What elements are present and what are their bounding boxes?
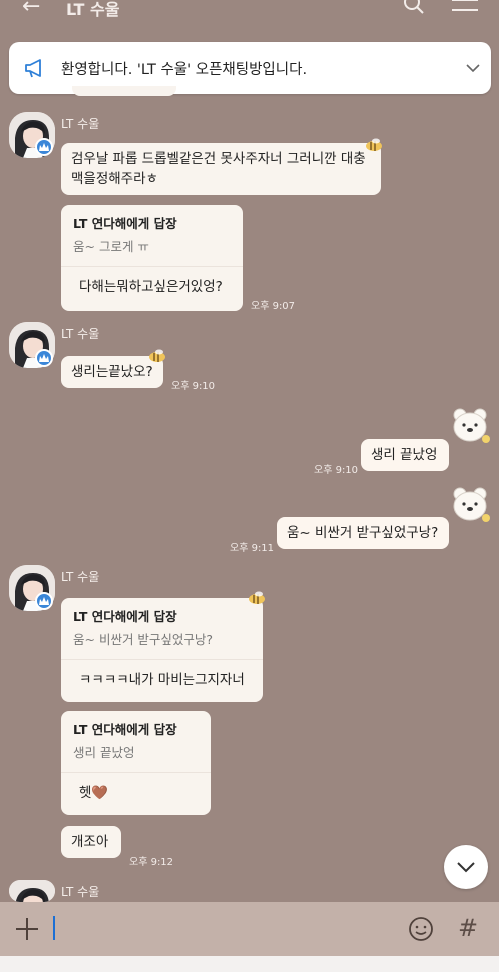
message-text: 개조아	[71, 834, 109, 850]
my-message-bubble[interactable]: 생리 끝났엉	[361, 439, 449, 471]
notice-text: 환영합니다. 'LT 수울' 오픈채팅방입니다.	[61, 62, 308, 78]
owner-crown-badge	[35, 349, 53, 367]
owner-crown-badge	[35, 592, 53, 610]
crown-icon	[39, 597, 49, 605]
bear-sticker-icon	[453, 487, 490, 522]
bee-sticker-icon	[366, 138, 382, 151]
partial-message-bubble	[72, 86, 176, 96]
hamburger-menu-icon[interactable]	[452, 0, 478, 16]
message-text: 생리 끝났엉	[371, 447, 438, 463]
megaphone-icon	[25, 59, 41, 78]
sender-name: LT 수울	[61, 570, 100, 584]
bee-sticker-icon	[249, 591, 265, 604]
message-bubble[interactable]: 개조아	[61, 826, 121, 858]
message-text: 헷🤎	[79, 785, 109, 801]
my-message-bubble[interactable]: 움~ 비싼거 받구싶었구낭?	[277, 517, 449, 549]
crown-icon	[39, 354, 49, 362]
hashtag-button[interactable]: #	[458, 914, 478, 942]
avatar[interactable]	[9, 880, 55, 902]
reply-message-bubble[interactable]: LT 연다해에게 답장 움~ 비싼거 받구싶었구낭? ㅋㅋㅋㅋ내가 마비는그지자…	[61, 598, 263, 702]
timestamp: 오후 9:12	[129, 857, 174, 868]
timestamp: 오후 9:10	[171, 381, 216, 392]
timestamp: 오후 9:07	[251, 301, 296, 312]
bear-sticker-icon	[453, 408, 490, 443]
crown-icon	[39, 143, 49, 151]
emoji-icon[interactable]	[408, 916, 434, 942]
timestamp: 오후 9:10	[314, 465, 359, 476]
message-text: 검우날 파롭 드롭벨같은건 못사주자너 그러니깐 대충	[71, 151, 366, 167]
search-icon[interactable]	[402, 0, 426, 16]
message-text: 맥을정해주라ㅎ	[71, 171, 158, 187]
reply-header: LT 연다해에게 답장 생리 끝났엉	[61, 711, 211, 773]
reply-header: LT 연다해에게 답장 움~ 그로게 ㅠ	[61, 205, 243, 267]
chevron-down-icon[interactable]	[465, 60, 481, 76]
quoted-text: 생리 끝났엉	[73, 745, 135, 760]
quoted-text: 움~ 그로게 ㅠ	[73, 239, 149, 254]
system-nav-bar	[0, 956, 499, 972]
reply-target: LT 연다해에게 답장	[73, 609, 177, 624]
message-input[interactable]	[53, 916, 55, 940]
top-bar: ← LT 수울	[0, 0, 499, 30]
avatar-image	[9, 880, 55, 902]
message-composer: #	[0, 902, 499, 956]
timestamp: 오후 9:11	[230, 543, 275, 554]
plus-icon[interactable]	[16, 918, 38, 940]
message-text: 다해는뭐하고싶은거있엉?	[79, 279, 223, 295]
reply-message-bubble[interactable]: LT 연다해에게 답장 생리 끝났엉 헷🤎	[61, 711, 211, 815]
reply-target: LT 연다해에게 답장	[73, 216, 177, 231]
reply-target: LT 연다해에게 답장	[73, 722, 177, 737]
sender-name: LT 수울	[61, 885, 100, 899]
back-arrow-icon[interactable]: ←	[22, 0, 40, 19]
message-text: ㅋㅋㅋㅋ내가 마비는그지자너ㅋ	[79, 672, 245, 688]
sender-name: LT 수울	[61, 327, 100, 341]
message-bubble[interactable]: 검우날 파롭 드롭벨같은건 못사주자너 그러니깐 대충 맥을정해주라ㅎ	[61, 143, 381, 195]
bee-sticker-icon	[149, 349, 165, 362]
message-text: 움~ 비싼거 받구싶었구낭?	[287, 525, 439, 541]
sender-name: LT 수울	[61, 117, 100, 131]
chat-title: LT 수울	[66, 0, 120, 19]
reply-header: LT 연다해에게 답장 움~ 비싼거 받구싶었구낭?	[61, 598, 263, 660]
quoted-text: 움~ 비싼거 받구싶었구낭?	[73, 632, 214, 647]
owner-crown-badge	[35, 138, 53, 156]
scroll-to-bottom-button[interactable]	[444, 845, 488, 889]
reply-message-bubble[interactable]: LT 연다해에게 답장 움~ 그로게 ㅠ 다해는뭐하고싶은거있엉?	[61, 205, 243, 311]
chevron-down-icon	[457, 862, 475, 873]
